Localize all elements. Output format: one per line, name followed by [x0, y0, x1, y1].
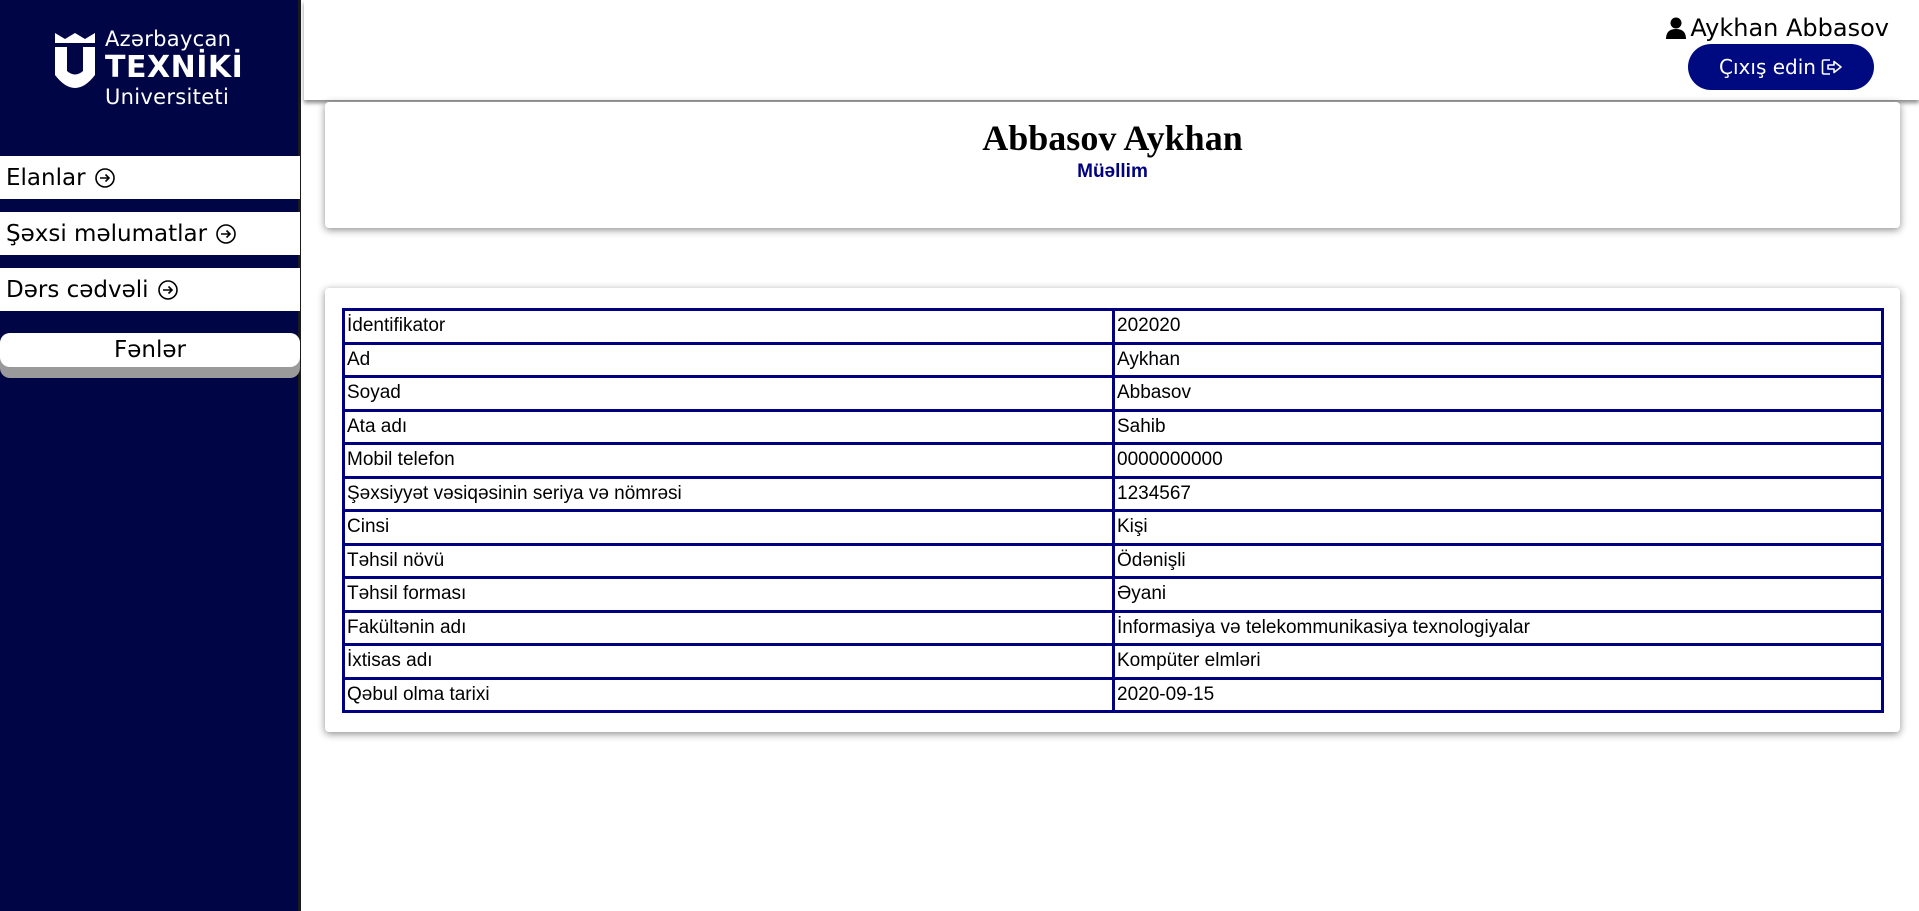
university-emblem-icon: [55, 33, 95, 88]
fenler-button[interactable]: Fənlər: [0, 333, 300, 367]
row-value: 2020-09-15: [1112, 676, 1884, 713]
row-key: Ad: [342, 341, 1115, 378]
logo-line-2: TEXNİKİ: [105, 50, 244, 85]
sidebar-item-label: Dərs cədvəli: [6, 276, 149, 303]
row-key: Mobil telefon: [342, 442, 1115, 479]
row-key: Soyad: [342, 375, 1115, 412]
row-value: Sahib: [1112, 408, 1884, 445]
circle-arrow-right-icon: [157, 279, 178, 300]
row-key: İxtisas adı: [342, 643, 1115, 680]
row-key: İdentifikator: [342, 308, 1115, 345]
table-row: Mobil telefon 0000000000: [342, 442, 1884, 479]
row-value: İnformasiya və telekommunikasiya texnolo…: [1112, 609, 1884, 646]
row-value: 202020: [1112, 308, 1884, 345]
row-key: Ata adı: [342, 408, 1115, 445]
row-value: Abbasov: [1112, 375, 1884, 412]
table-row: Təhsil növü Ödənişli: [342, 542, 1884, 579]
logo-line-3: Universiteti: [105, 85, 230, 109]
row-value: 0000000000: [1112, 442, 1884, 479]
sidebar-item-label: Şəxsi məlumatlar: [6, 220, 208, 247]
profile-full-name: Abbasov Aykhan: [982, 118, 1243, 158]
row-key: Qəbul olma tarixi: [342, 676, 1115, 713]
sidebar: Azərbaycan TEXNİKİ Universiteti Elanlar …: [0, 0, 301, 911]
table-row: İdentifikator 202020: [342, 308, 1884, 345]
sidebar-nav: Elanlar Şəxsi məlumatlar Dərs cədvəli: [0, 156, 300, 324]
personal-info-card: İdentifikator 202020 Ad Aykhan Soyad Abb…: [325, 288, 1900, 732]
row-key: Cinsi: [342, 509, 1115, 546]
logo-text: Azərbaycan TEXNİKİ Universiteti: [105, 29, 243, 108]
personal-info-table: İdentifikator 202020 Ad Aykhan Soyad Abb…: [342, 308, 1884, 713]
row-key: Təhsil növü: [342, 542, 1115, 579]
table-row: Fakültənin adı İnformasiya və telekommun…: [342, 609, 1884, 646]
sidebar-item-ders-cedveli[interactable]: Dərs cədvəli: [0, 268, 300, 311]
table-row: İxtisas adı Kompüter elmləri: [342, 643, 1884, 680]
row-value: Ödənişli: [1112, 542, 1884, 579]
row-value: Kompüter elmləri: [1112, 643, 1884, 680]
table-row: Ata adı Sahib: [342, 408, 1884, 445]
user-info[interactable]: Aykhan Abbasov: [1666, 14, 1889, 42]
sidebar-item-label: Elanlar: [6, 164, 86, 191]
table-row: Qəbul olma tarixi 2020-09-15: [342, 676, 1884, 713]
row-key: Şəxsiyyət vəsiqəsinin seriya və nömrəsi: [342, 475, 1115, 512]
sidebar-item-elanlar[interactable]: Elanlar: [0, 156, 300, 199]
profile-card: Abbasov Aykhan Müəllim: [325, 102, 1900, 228]
table-row: Cinsi Kişi: [342, 509, 1884, 546]
sign-out-icon: [1821, 59, 1842, 75]
top-bar: Aykhan Abbasov Çıxış edin: [304, 0, 1919, 100]
row-key: Fakültənin adı: [342, 609, 1115, 646]
row-key: Təhsil forması: [342, 576, 1115, 613]
circle-arrow-right-icon: [216, 223, 236, 244]
university-logo[interactable]: Azərbaycan TEXNİKİ Universiteti: [52, 26, 243, 116]
table-row: Şəxsiyyət vəsiqəsinin seriya və nömrəsi …: [342, 475, 1884, 512]
row-value: 1234567: [1112, 475, 1884, 512]
user-name: Aykhan Abbasov: [1690, 14, 1889, 42]
table-row: Ad Aykhan: [342, 341, 1884, 378]
circle-arrow-right-icon: [94, 167, 115, 188]
fenler-button-wrapper: Fənlər: [0, 333, 300, 378]
row-value: Əyani: [1112, 576, 1884, 613]
table-row: Soyad Abbasov: [342, 375, 1884, 412]
user-icon: [1666, 17, 1687, 39]
logout-label: Çıxış edin: [1719, 55, 1816, 79]
table-row: Təhsil forması Əyani: [342, 576, 1884, 613]
sidebar-item-sexsi-melumatlar[interactable]: Şəxsi məlumatlar: [0, 212, 300, 255]
profile-role: Müəllim: [1077, 161, 1148, 182]
logout-button[interactable]: Çıxış edin: [1688, 44, 1874, 90]
row-value: Aykhan: [1112, 341, 1884, 378]
logo-line-1: Azərbaycan: [105, 27, 232, 51]
row-value: Kişi: [1112, 509, 1884, 546]
